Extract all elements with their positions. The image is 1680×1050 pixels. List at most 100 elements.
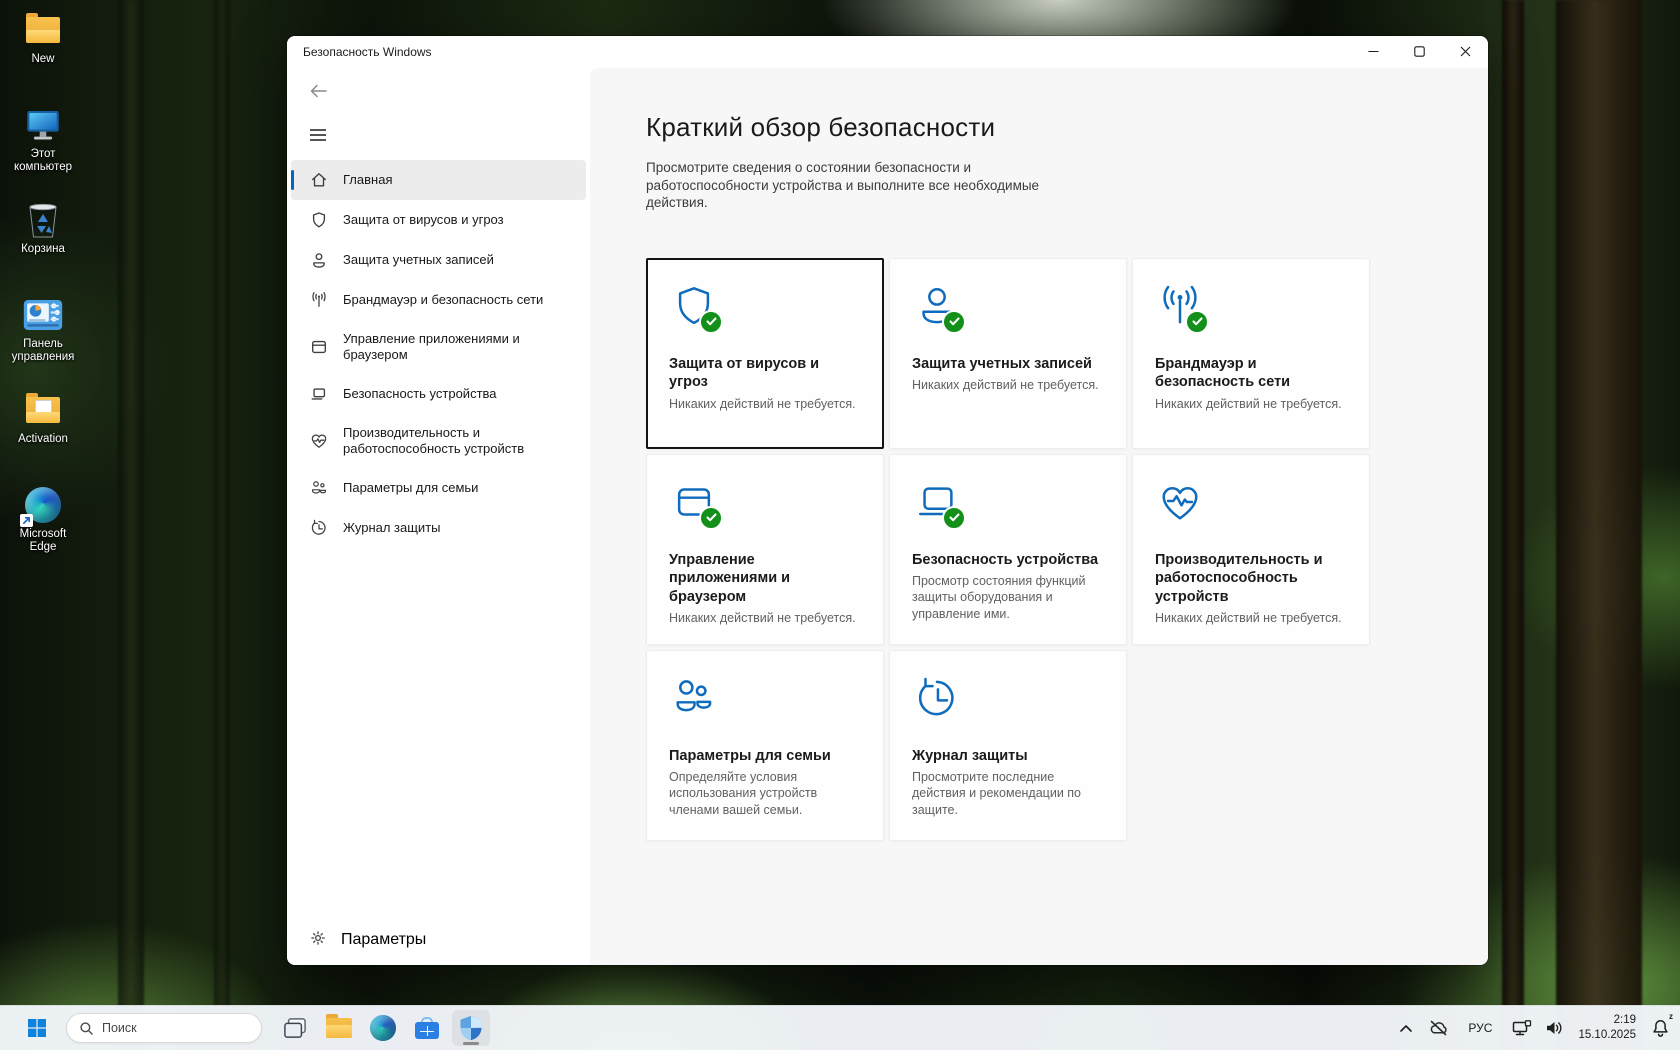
shield-icon — [309, 211, 329, 229]
card-title: Брандмауэр и безопасность сети — [1155, 355, 1347, 392]
family-icon — [309, 479, 329, 497]
control-panel-icon — [22, 295, 64, 335]
task-view-icon — [283, 1017, 307, 1039]
window-controls — [1350, 36, 1488, 67]
account-icon — [309, 251, 329, 269]
folder-icon — [22, 10, 64, 50]
tree-trunk — [1556, 0, 1642, 1050]
desktop-icon-recycle-bin[interactable]: Корзина — [4, 196, 82, 288]
bell-icon — [1652, 1019, 1669, 1037]
taskbar-search[interactable]: Поиск — [66, 1013, 262, 1043]
firewall-icon — [309, 291, 329, 309]
start-button[interactable] — [18, 1010, 56, 1046]
card-title: Параметры для семьи — [669, 747, 861, 766]
windows-security-button[interactable] — [452, 1010, 490, 1046]
sidebar-item-protection-history[interactable]: Журнал защиты — [291, 508, 586, 548]
volume-button[interactable] — [1540, 1010, 1568, 1046]
desktop-icon-label: Этот компьютер — [5, 148, 81, 174]
app-window-icon — [309, 338, 329, 356]
network-status-button[interactable] — [1508, 1010, 1536, 1046]
back-button[interactable] — [303, 76, 333, 106]
desktop-icon-this-pc[interactable]: Этот компьютер — [4, 101, 82, 193]
onedrive-status-button[interactable] — [1424, 1010, 1452, 1046]
firewall-icon — [1157, 283, 1203, 329]
sidebar-item-settings[interactable]: Параметры — [291, 917, 586, 963]
minimize-button[interactable] — [1350, 36, 1396, 67]
maximize-button[interactable] — [1396, 36, 1442, 67]
card-family-options[interactable]: Параметры для семьи Определяйте условия … — [646, 650, 884, 841]
card-device-performance-health[interactable]: Производительность и работоспособность у… — [1132, 454, 1370, 645]
laptop-icon — [914, 479, 960, 525]
sidebar-item-app-browser-control[interactable]: Управление приложениями и браузером — [291, 320, 586, 374]
sidebar-item-family-options[interactable]: Параметры для семьи — [291, 468, 586, 508]
windows-security-window: Безопасность Windows — [287, 36, 1488, 965]
desktop-icon-new-folder[interactable]: New — [4, 6, 82, 98]
card-status: Никаких действий не требуется. — [669, 610, 861, 626]
card-virus-threat-protection[interactable]: Защита от вирусов и угроз Никаких действ… — [646, 258, 884, 449]
menu-toggle-button[interactable] — [303, 120, 333, 150]
shortcut-arrow-icon — [20, 514, 33, 527]
laptop-icon — [309, 385, 329, 403]
card-device-security[interactable]: Безопасность устройства Просмотр состоян… — [889, 454, 1127, 645]
this-pc-icon — [22, 105, 64, 145]
account-icon — [914, 283, 960, 329]
file-explorer-icon — [326, 1018, 352, 1038]
sidebar-item-label: Журнал защиты — [343, 520, 441, 536]
sidebar-item-home[interactable]: Главная — [291, 160, 586, 200]
card-title: Защита учетных записей — [912, 355, 1104, 374]
page-subtitle: Просмотрите сведения о состоянии безопас… — [646, 159, 1042, 212]
desktop-icon-control-panel[interactable]: Панель управления — [4, 291, 82, 383]
search-placeholder: Поиск — [102, 1021, 137, 1035]
card-status: Никаких действий не требуется. — [912, 377, 1104, 393]
app-window-icon — [671, 479, 717, 525]
desktop-icon-edge[interactable]: Microsoft Edge — [4, 481, 82, 573]
shield-icon — [671, 283, 717, 329]
desktop-icon-label: New — [31, 53, 54, 66]
store-icon — [415, 1017, 439, 1039]
check-badge-icon — [942, 310, 966, 334]
system-tray: РУС 2:19 15.10.2025 z — [1392, 1006, 1674, 1050]
edge-icon — [370, 1015, 396, 1041]
sidebar-item-virus-threat-protection[interactable]: Защита от вирусов и угроз — [291, 200, 586, 240]
check-badge-icon — [942, 506, 966, 530]
network-icon — [1512, 1020, 1532, 1037]
sidebar-item-device-performance-health[interactable]: Производительность и работоспособность у… — [291, 414, 586, 468]
microsoft-store-button[interactable] — [408, 1010, 446, 1046]
notification-center-button[interactable]: z — [1646, 1010, 1674, 1046]
sidebar-item-label: Управление приложениями и браузером — [343, 331, 572, 364]
language-label: РУС — [1460, 1021, 1500, 1035]
sidebar-item-account-protection[interactable]: Защита учетных записей — [291, 240, 586, 280]
gear-icon — [309, 929, 327, 952]
card-status: Никаких действий не требуется. — [1155, 610, 1347, 626]
card-title: Безопасность устройства — [912, 551, 1104, 570]
close-button[interactable] — [1442, 36, 1488, 67]
recycle-bin-icon — [22, 200, 64, 240]
taskbar-clock[interactable]: 2:19 15.10.2025 — [1572, 1010, 1642, 1046]
page-title: Краткий обзор безопасности — [646, 112, 1488, 143]
card-title: Производительность и работоспособность у… — [1155, 551, 1347, 607]
security-cards-grid: Защита от вирусов и угроз Никаких действ… — [646, 258, 1370, 841]
edge-button[interactable] — [364, 1010, 402, 1046]
card-title: Защита от вирусов и угроз — [669, 355, 861, 392]
sidebar-item-device-security[interactable]: Безопасность устройства — [291, 374, 586, 414]
sidebar-item-label: Производительность и работоспособность у… — [343, 425, 572, 458]
home-icon — [309, 171, 329, 189]
card-title: Управление приложениями и браузером — [669, 551, 861, 607]
tree-trunk — [1502, 0, 1524, 1050]
history-icon — [914, 675, 960, 721]
card-app-browser-control[interactable]: Управление приложениями и браузером Ника… — [646, 454, 884, 645]
titlebar[interactable]: Безопасность Windows — [287, 36, 1488, 68]
tray-overflow-button[interactable] — [1392, 1010, 1420, 1046]
card-firewall-network[interactable]: Брандмауэр и безопасность сети Никаких д… — [1132, 258, 1370, 449]
sidebar-item-firewall-network[interactable]: Брандмауэр и безопасность сети — [291, 280, 586, 320]
card-account-protection[interactable]: Защита учетных записей Никаких действий … — [889, 258, 1127, 449]
speaker-icon — [1545, 1020, 1564, 1036]
back-arrow-icon — [310, 84, 327, 98]
card-protection-history[interactable]: Журнал защиты Просмотрите последние дейс… — [889, 650, 1127, 841]
sidebar-item-label: Защита от вирусов и угроз — [343, 212, 504, 228]
file-explorer-button[interactable] — [320, 1010, 358, 1046]
task-view-button[interactable] — [276, 1010, 314, 1046]
desktop-icon-activation[interactable]: Activation — [4, 386, 82, 478]
language-indicator[interactable]: РУС — [1456, 1010, 1504, 1046]
desktop-icon-label: Панель управления — [5, 338, 81, 364]
